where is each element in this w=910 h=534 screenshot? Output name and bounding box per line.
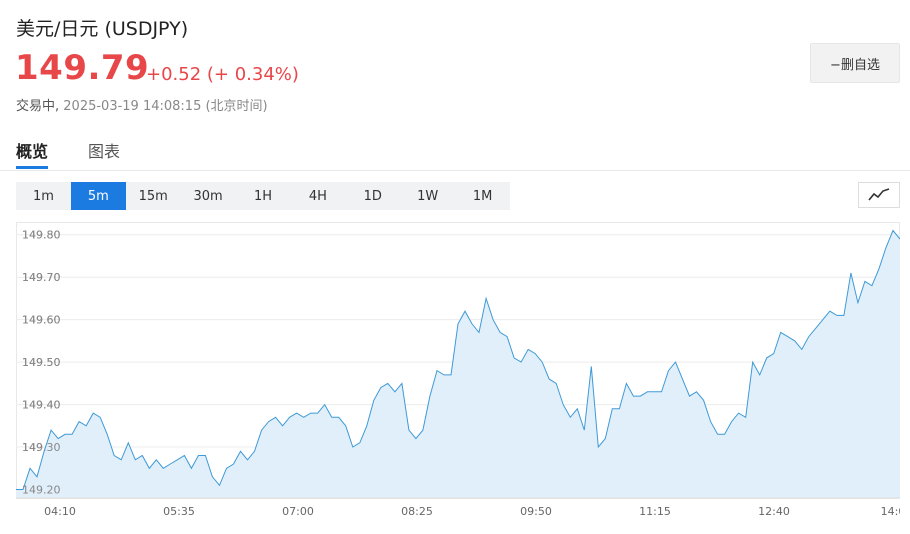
tab-overview[interactable]: 概览 [16,138,48,162]
interval-selector: 1m 5m 15m 30m 1H 4H 1D 1W 1M [16,182,510,210]
trading-status-label: 交易中, [16,99,60,114]
x-tick-label: 09:50 [520,505,552,518]
current-price: 149.79 [15,48,150,88]
line-chart-icon [868,188,890,201]
x-tick-label: 05:35 [163,505,195,518]
x-tick-label: 14:0 [881,505,900,518]
x-tick-label: 08:25 [401,505,433,518]
interval-1mo[interactable]: 1M [455,182,510,210]
interval-1d[interactable]: 1D [345,182,400,210]
y-tick-label-overlay: 149.70 [22,271,61,284]
chart-type-button[interactable] [858,182,900,208]
y-tick-label-overlay: 149.30 [22,441,61,454]
interval-1w[interactable]: 1W [400,182,455,210]
tab-bar: 概览 图表 [0,130,910,171]
price-change: +0.52 (+ 0.34%) [146,64,299,85]
y-tick-label-overlay: 149.20 [22,484,61,497]
interval-5m[interactable]: 5m [70,182,126,210]
y-tick-label-overlay: 149.60 [22,314,61,327]
page-title: 美元/日元 (USDJPY) [16,18,189,40]
x-tick-label: 07:00 [282,505,314,518]
trading-status: 交易中, 2025-03-19 14:08:15 (北京时间) [16,95,268,114]
interval-4h[interactable]: 4H [290,182,345,210]
price-chart[interactable]: 149.20 149.30 149.40 149.50 149.60 149.70 149.… [16,222,900,524]
x-tick-label: 04:10 [44,505,76,518]
y-tick-label-overlay: 149.40 [22,399,61,412]
interval-30m[interactable]: 30m [181,182,236,210]
active-tab-indicator [16,166,48,169]
interval-1m[interactable]: 1m [16,182,71,210]
x-tick-label: 12:40 [758,505,790,518]
remove-watchlist-button[interactable]: −删自选 [810,43,900,83]
interval-15m[interactable]: 15m [126,182,181,210]
trading-timestamp: 2025-03-19 14:08:15 (北京时间) [63,99,268,114]
y-tick-label-overlay: 149.80 [22,229,61,242]
y-tick-label-overlay: 149.50 [22,356,61,369]
x-tick-label: 11:15 [639,505,671,518]
tab-chart[interactable]: 图表 [88,138,120,162]
interval-1h[interactable]: 1H [236,182,291,210]
